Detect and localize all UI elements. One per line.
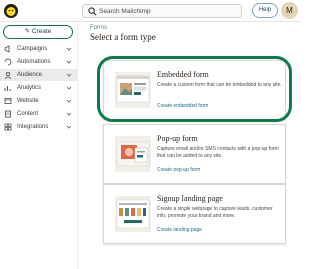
sidebar-item-website[interactable]: Website — [0, 95, 78, 107]
pencil-icon: ✎ — [24, 28, 32, 35]
embedded-form-illustration-icon — [115, 72, 151, 108]
signup-landing-page-card[interactable]: Signup landing page Create a single webp… — [103, 184, 286, 244]
search-icon — [88, 7, 97, 16]
search-input[interactable]: Search Mailchimp — [82, 4, 242, 18]
card-title: Embedded form — [157, 70, 209, 79]
integrations-icon — [4, 123, 12, 131]
create-button-label: Create — [31, 28, 52, 35]
sidebar-item-label: Content — [17, 111, 39, 117]
sidebar-item-audience[interactable]: Audience — [0, 69, 78, 81]
website-icon — [4, 98, 12, 104]
landing-page-illustration-icon — [115, 196, 151, 232]
sidebar-item-analytics[interactable]: Analytics — [0, 82, 78, 94]
chevron-down-icon — [66, 112, 72, 116]
top-bar: Search Mailchimp Help M — [0, 0, 300, 22]
sidebar-item-campaigns[interactable]: Campaigns — [0, 43, 78, 55]
automations-icon — [4, 58, 12, 66]
sidebar-item-integrations[interactable]: Integrations — [0, 121, 78, 133]
breadcrumb[interactable]: Forms — [90, 25, 107, 31]
popup-form-card[interactable]: Pop-up form Capture email and/or SMS con… — [103, 124, 286, 184]
help-button[interactable]: Help — [252, 3, 278, 18]
popup-form-illustration-icon — [115, 136, 151, 172]
mailchimp-logo-icon[interactable] — [3, 3, 19, 19]
search-placeholder: Search Mailchimp — [99, 8, 151, 15]
audience-icon — [4, 71, 12, 79]
card-description: Create a custom form that can be embedde… — [157, 82, 282, 88]
sidebar: ✎ Create Campaigns Automations Audience … — [0, 22, 78, 269]
sidebar-item-label: Automations — [17, 59, 51, 65]
content-icon — [5, 110, 11, 118]
chevron-down-icon — [66, 99, 72, 103]
chevron-down-icon — [66, 60, 72, 64]
embedded-form-card[interactable]: Embedded form Create a custom form that … — [103, 60, 286, 120]
chevron-down-icon — [66, 47, 72, 51]
card-title: Signup landing page — [157, 194, 223, 203]
create-landing-page-link[interactable]: Create landing page — [157, 227, 202, 233]
create-embedded-form-link[interactable]: Create embedded form — [157, 103, 208, 109]
create-button[interactable]: ✎ Create — [3, 25, 73, 39]
card-description: Create a single webpage to capture leads… — [157, 206, 273, 219]
campaigns-icon — [4, 45, 10, 53]
sidebar-item-label: Website — [17, 98, 39, 104]
chevron-down-icon — [66, 125, 72, 129]
avatar[interactable]: M — [281, 2, 298, 19]
analytics-icon — [4, 86, 11, 91]
sidebar-item-label: Analytics — [17, 85, 42, 91]
chevron-down-icon — [66, 86, 72, 90]
sidebar-item-label: Campaigns — [17, 46, 48, 52]
card-title: Pop-up form — [157, 134, 198, 143]
sidebar-item-label: Integrations — [17, 124, 49, 130]
chevron-down-icon — [66, 73, 72, 77]
sidebar-item-content[interactable]: Content — [0, 108, 78, 120]
create-popup-form-link[interactable]: Create pop-up form — [157, 167, 200, 173]
card-description: Capture email and/or SMS contacts with a… — [157, 146, 279, 159]
sidebar-item-automations[interactable]: Automations — [0, 56, 78, 68]
sidebar-item-label: Audience — [17, 72, 43, 78]
page-title: Select a form type — [90, 32, 156, 42]
